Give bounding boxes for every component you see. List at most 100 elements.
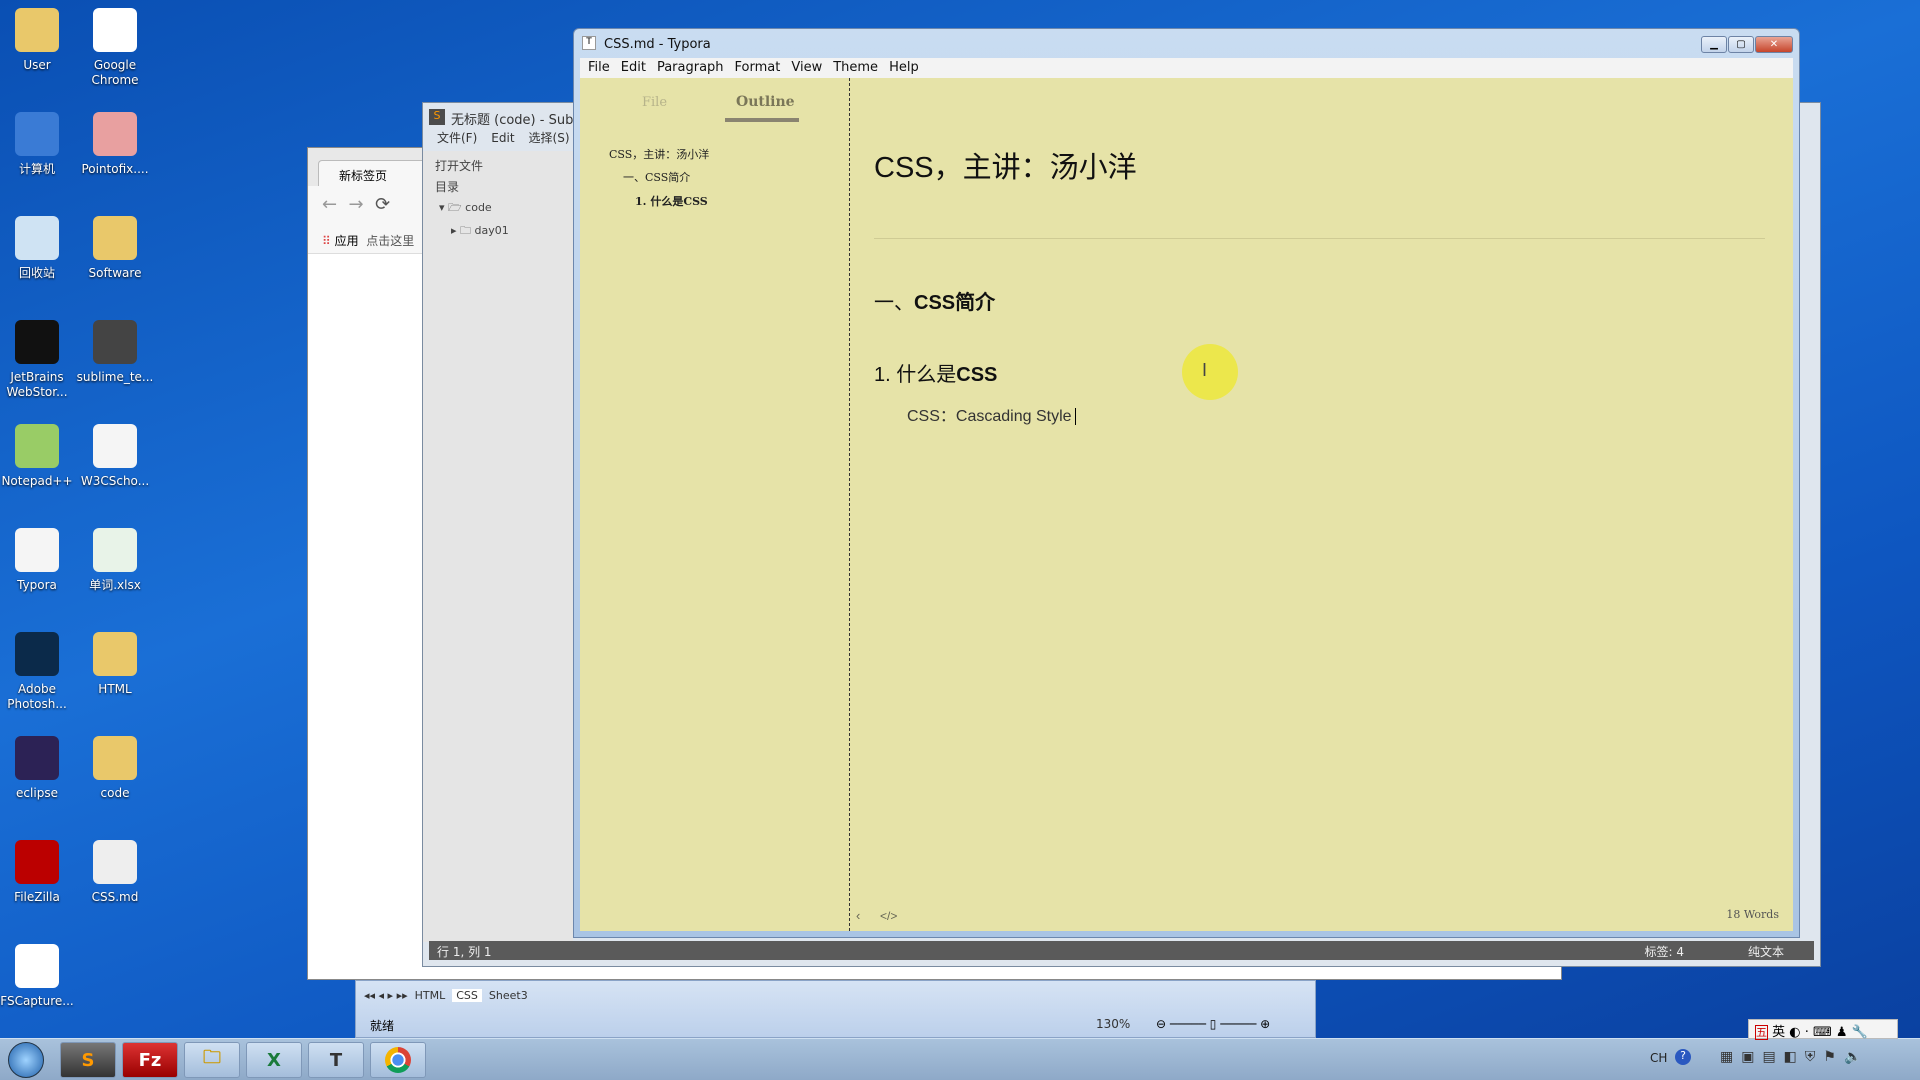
sheet-tab-html[interactable]: HTML	[415, 989, 446, 1002]
ime-toolbar[interactable]: 五 英 ◐ · ⌨ ♟ 🔧	[1748, 1019, 1898, 1040]
sublime-icon	[93, 320, 137, 364]
taskbar-sublime[interactable]: S	[60, 1042, 116, 1078]
eclipse-icon	[15, 736, 59, 780]
menu-format[interactable]: Format	[735, 60, 781, 75]
fscapture-icon	[15, 944, 59, 988]
tab-size[interactable]: 标签: 4	[1645, 943, 1685, 960]
desktop-icon-label: eclipse	[16, 786, 58, 800]
word-count[interactable]: 18 Words	[1726, 908, 1779, 921]
start-button[interactable]	[8, 1042, 44, 1078]
toggle-sidebar-icon[interactable]: ‹	[856, 908, 860, 923]
heading-2[interactable]: 一、CSS简介	[874, 286, 995, 315]
typora-body: File Outline CSS，主讲：汤小洋 一、CSS简介 1. 什么是CS…	[580, 78, 1793, 931]
desktop-icon[interactable]: Pointofix....	[75, 112, 155, 177]
tray-icons[interactable]: ▦▣▤◧⛨⚑🔈	[1720, 1049, 1869, 1065]
desktop-icon-label: Pointofix....	[81, 162, 149, 176]
typora-window[interactable]: T CSS.md - Typora ▁ ▢ ✕ File Edit Paragrap…	[573, 28, 1800, 938]
desktop-icon[interactable]: sublime_te...	[75, 320, 155, 385]
photoshop-icon	[15, 632, 59, 676]
desktop-icon[interactable]: Adobe Photosh...	[0, 632, 77, 712]
desktop-icon[interactable]: Notepad++	[0, 424, 77, 489]
sheet-tab-sheet3[interactable]: Sheet3	[489, 989, 528, 1002]
help-file-icon	[93, 424, 137, 468]
heading-1[interactable]: CSS，主讲：汤小洋	[874, 144, 1137, 186]
outline-item-h3[interactable]: 1. 什么是CSS	[635, 193, 708, 209]
apps-link[interactable]: 应用	[335, 234, 359, 248]
desktop-icon[interactable]: 单词.xlsx	[75, 528, 155, 593]
tab-file[interactable]: File	[642, 95, 667, 110]
desktop-icon-label: 单词.xlsx	[89, 578, 141, 592]
maximize-button[interactable]: ▢	[1728, 36, 1754, 53]
desktop-icon[interactable]: JetBrains WebStor...	[0, 320, 77, 400]
source-code-mode-icon[interactable]: </>	[880, 909, 897, 923]
desktop-icon[interactable]: 计算机	[0, 112, 77, 177]
desktop-icon[interactable]: Typora	[0, 528, 77, 593]
taskbar-chrome[interactable]	[370, 1042, 426, 1078]
ime-mode[interactable]: 五	[1755, 1025, 1768, 1040]
excel-window[interactable]: ◂◂ ◂ ▸ ▸▸ HTML CSS Sheet3 就绪 130% ⊖ ────…	[355, 980, 1316, 1038]
menu-select[interactable]: 选择(S)	[529, 131, 570, 145]
excel-status: 就绪	[370, 1019, 395, 1033]
paragraph[interactable]: CSS：Cascading Style	[907, 402, 1080, 426]
close-button[interactable]: ✕	[1755, 36, 1793, 53]
bookmark-link[interactable]: 点击这里	[366, 234, 414, 248]
desktop-icon[interactable]: FSCapture...	[0, 944, 77, 1009]
editor[interactable]: CSS，主讲：汤小洋 一、CSS简介 1. 什么是CSS I CSS：Casca…	[850, 78, 1793, 931]
help-tray-icon[interactable]: ?	[1675, 1049, 1691, 1065]
desktop-icon[interactable]: Software	[75, 216, 155, 281]
folder-icon	[93, 216, 137, 260]
minimize-button[interactable]: ▁	[1701, 36, 1727, 53]
heading-3[interactable]: 1. 什么是CSS	[874, 358, 997, 387]
ime-language[interactable]: 英	[1772, 1025, 1785, 1040]
forward-icon[interactable]: →	[349, 194, 364, 215]
menu-edit[interactable]: Edit	[621, 60, 646, 75]
folder-code[interactable]: ▾ 🗁 code	[435, 199, 561, 218]
reload-icon[interactable]: ⟳	[375, 194, 390, 215]
menu-help[interactable]: Help	[889, 60, 919, 75]
taskbar-filezilla[interactable]: Fz	[122, 1042, 178, 1078]
desktop-icon[interactable]: HTML	[75, 632, 155, 697]
taskbar-typora[interactable]: T	[308, 1042, 364, 1078]
outline-item-h1[interactable]: CSS，主讲：汤小洋	[609, 146, 709, 162]
menu-file[interactable]: 文件(F)	[437, 131, 477, 145]
sidebar: File Outline CSS，主讲：汤小洋 一、CSS简介 1. 什么是CS…	[580, 78, 850, 931]
desktop-icon[interactable]: FileZilla	[0, 840, 77, 905]
desktop-icon[interactable]: Google Chrome	[75, 8, 155, 88]
back-icon[interactable]: ←	[322, 194, 337, 215]
syntax-mode[interactable]: 纯文本	[1748, 943, 1784, 960]
desktop-icon-label: JetBrains WebStor...	[6, 370, 68, 399]
menu-file[interactable]: File	[588, 60, 610, 75]
status-bar: 行 1, 列 1 标签: 4 纯文本	[429, 941, 1814, 960]
excel-file-icon	[93, 528, 137, 572]
recycle-bin-icon	[15, 216, 59, 260]
desktop-icon[interactable]: code	[75, 736, 155, 801]
desktop-icon[interactable]: 回收站	[0, 216, 77, 281]
menu-theme[interactable]: Theme	[833, 60, 878, 75]
desktop-icon[interactable]: CSS.md	[75, 840, 155, 905]
sublime-logo-icon: S	[429, 109, 445, 125]
open-files-header: 打开文件	[435, 159, 484, 173]
tab-outline[interactable]: Outline	[736, 94, 795, 110]
desktop-icon-label: CSS.md	[91, 890, 139, 904]
menu-paragraph[interactable]: Paragraph	[657, 60, 724, 75]
webstorm-icon	[15, 320, 59, 364]
sidebar: 打开文件 目录 ▾ 🗁 code ▸ 🗀 day01	[423, 151, 573, 942]
chrome-icon	[385, 1047, 411, 1073]
zoom-slider[interactable]: ⊖ ───── ▯ ───── ⊕	[1156, 1017, 1296, 1031]
desktop-icon[interactable]: User	[0, 8, 77, 73]
outline-item-h2[interactable]: 一、CSS简介	[623, 169, 690, 185]
expanded-arrow-icon: ▾ 🗁	[439, 201, 462, 214]
menu-view[interactable]: View	[791, 60, 822, 75]
folders-header: 目录	[435, 180, 460, 194]
sheet-tab-css[interactable]: CSS	[452, 989, 482, 1002]
desktop-icon[interactable]: W3CScho...	[75, 424, 155, 489]
language-indicator[interactable]: CH	[1650, 1051, 1667, 1065]
taskbar-excel[interactable]: X	[246, 1042, 302, 1078]
menu-edit[interactable]: Edit	[491, 131, 514, 145]
desktop-icon[interactable]: eclipse	[0, 736, 77, 801]
typora-logo-icon: T	[582, 36, 596, 50]
notepadpp-icon	[15, 424, 59, 468]
collapsed-arrow-icon: ▸ 🗀	[451, 224, 472, 237]
taskbar-explorer[interactable]: 🗀	[184, 1042, 240, 1078]
folder-day01[interactable]: ▸ 🗀 day01	[435, 222, 561, 241]
